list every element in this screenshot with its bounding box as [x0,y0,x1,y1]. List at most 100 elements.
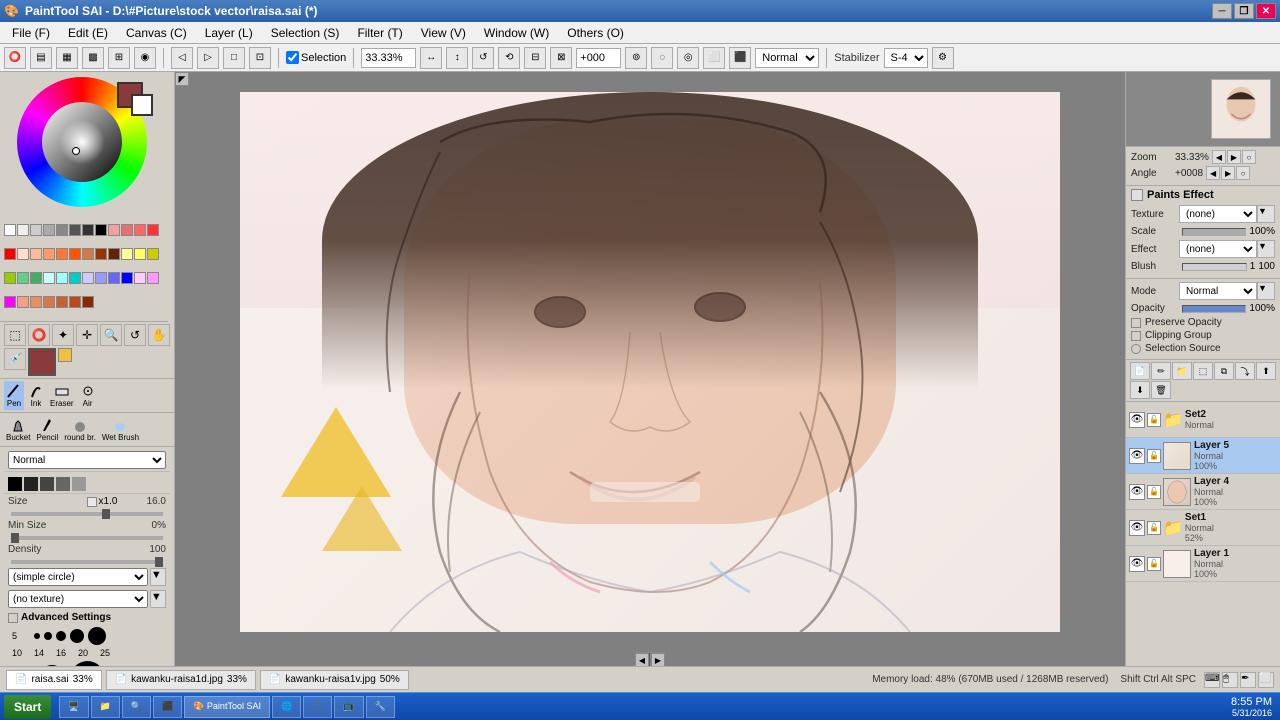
brush-dot[interactable] [70,629,84,643]
status-tab-raisa1v[interactable]: 📄 kawanku-raisa1v.jpg 50% [260,670,409,690]
stabilizer-select[interactable]: S-4 S-1 S-7 [884,48,928,68]
palette-swatch[interactable] [17,224,29,236]
brush-round[interactable]: round br. [62,415,98,444]
palette-swatch[interactable] [30,296,42,308]
zoom-decrease[interactable]: ◀ [1212,150,1226,164]
start-button[interactable]: Start [4,695,51,719]
blush-slider[interactable] [1182,263,1247,271]
palette-swatch[interactable] [69,272,81,284]
layer-lock-set2[interactable]: 🔓 [1147,413,1161,427]
palette-swatch[interactable] [121,272,133,284]
brush-pencil[interactable]: Pencil [34,415,60,444]
duplicate-layer[interactable]: ⧉ [1214,362,1234,380]
palette-swatch[interactable] [82,296,94,308]
palette-swatch[interactable] [82,248,94,260]
taskbar-item-misc[interactable]: 🔧 [366,696,395,718]
palette-swatch[interactable] [95,224,107,236]
taskbar-item-ps[interactable]: 🎨 PaintTool SAI [184,696,270,718]
toolbar-extra-5[interactable]: ⬛ [729,47,751,69]
palette-swatch[interactable] [56,224,68,236]
palette-swatch[interactable] [108,272,120,284]
layer-lock-set1[interactable]: 🔓 [1147,521,1161,535]
brush-size-swatch-3[interactable] [40,477,54,491]
toolbar-extra-3[interactable]: ◎ [677,47,699,69]
toolbar-btn-5[interactable]: ⊞ [108,47,130,69]
preserve-opacity-checkbox[interactable] [1131,318,1141,328]
tool-rotate[interactable]: ↺ [124,324,146,346]
zoom-reset-btn[interactable]: ○ [1242,150,1256,164]
palette-swatch[interactable] [30,272,42,284]
palette-swatch[interactable] [43,224,55,236]
layer-visibility-layer1[interactable]: 👁 [1129,556,1145,572]
palette-swatch[interactable] [147,224,159,236]
scroll-right[interactable]: ▶ [651,653,665,666]
menu-edit[interactable]: Edit (E) [60,24,116,42]
taskbar-item-tv[interactable]: 📺 [334,696,363,718]
palette-swatch[interactable] [17,272,29,284]
brush-dot[interactable] [34,633,40,639]
menu-filter[interactable]: Filter (T) [349,24,410,42]
texture-select[interactable]: (no texture) [8,590,148,608]
menu-others[interactable]: Others (O) [559,24,632,42]
menu-file[interactable]: File (F) [4,24,58,42]
palette-swatch[interactable] [17,296,29,308]
opacity-slider[interactable] [1182,305,1246,313]
layer-lock-layer1[interactable]: 🔓 [1147,557,1161,571]
menu-canvas[interactable]: Canvas (C) [118,24,195,42]
toolbar-zoom-out[interactable]: □ [223,47,245,69]
zoom-increase[interactable]: ▶ [1227,150,1241,164]
palette-swatch[interactable] [69,224,81,236]
palette-swatch[interactable] [69,296,81,308]
palette-swatch[interactable] [134,224,146,236]
paint-effect-btn[interactable]: ▼ [1257,240,1275,258]
angle-increase[interactable]: ▶ [1221,166,1235,180]
move-layer-up[interactable]: ⬆ [1256,362,1276,380]
brush-wet[interactable]: Wet Brush [100,415,141,444]
h-scroll-thumb[interactable] [650,654,652,666]
brush-size-swatch-1[interactable] [8,477,22,491]
toolbar-extra-1[interactable]: ⊚ [625,47,647,69]
close-button[interactable]: ✕ [1256,3,1276,19]
layer-visibility-set2[interactable]: 👁 [1129,412,1145,428]
brush-size-swatch-5[interactable] [72,477,86,491]
selection-checkbox[interactable] [286,51,299,64]
palette-swatch[interactable] [147,272,159,284]
palette-swatch[interactable] [134,248,146,260]
palette-swatch[interactable] [134,272,146,284]
menu-selection[interactable]: Selection (S) [263,24,348,42]
brush-dot[interactable] [38,665,66,667]
toolbar-btn-3[interactable]: ▦ [56,47,78,69]
layer-visibility-layer4[interactable]: 👁 [1129,484,1145,500]
zoom-reset[interactable]: ⊟ [524,47,546,69]
palette-swatch[interactable] [17,248,29,260]
size-lock[interactable] [87,497,97,507]
palette-swatch[interactable] [56,296,68,308]
delete-layer[interactable]: 🗑 [1151,381,1171,399]
taskbar-item-search[interactable]: 🔍 [122,696,151,718]
status-icon-3[interactable]: ✒ [1240,672,1256,688]
brush-dot[interactable] [44,632,52,640]
brush-bucket[interactable]: Bucket [4,415,32,444]
new-selection-source[interactable]: ⬚ [1193,362,1213,380]
new-layer-set[interactable]: 📁 [1172,362,1192,380]
taskbar-item-music[interactable]: 🎵 [303,696,332,718]
zoom-fit[interactable]: ⊠ [550,47,572,69]
zoom-mirror[interactable]: ⟲ [498,47,520,69]
palette-swatch[interactable] [30,248,42,260]
merge-layers[interactable]: ⤵ [1235,362,1255,380]
status-icon-1[interactable]: ⌨ [1204,672,1220,688]
background-color[interactable] [131,94,153,116]
tool-dropper[interactable]: 💉 [4,348,26,370]
layer-mode-btn[interactable]: ▼ [1257,282,1275,300]
palette-swatch[interactable] [30,224,42,236]
toolbar-redo[interactable]: ▷ [197,47,219,69]
stabilizer-settings[interactable]: ⚙ [932,47,954,69]
zoom-flip-v[interactable]: ↕ [446,47,468,69]
palette-swatch[interactable] [108,248,120,260]
move-layer-down[interactable]: ⬇ [1130,381,1150,399]
layer-visibility-set1[interactable]: 👁 [1129,520,1145,536]
palette-swatch[interactable] [4,224,16,236]
layer-lock-layer4[interactable]: 🔓 [1147,485,1161,499]
secondary-color-swatch[interactable] [58,348,72,362]
palette-swatch[interactable] [121,248,133,260]
